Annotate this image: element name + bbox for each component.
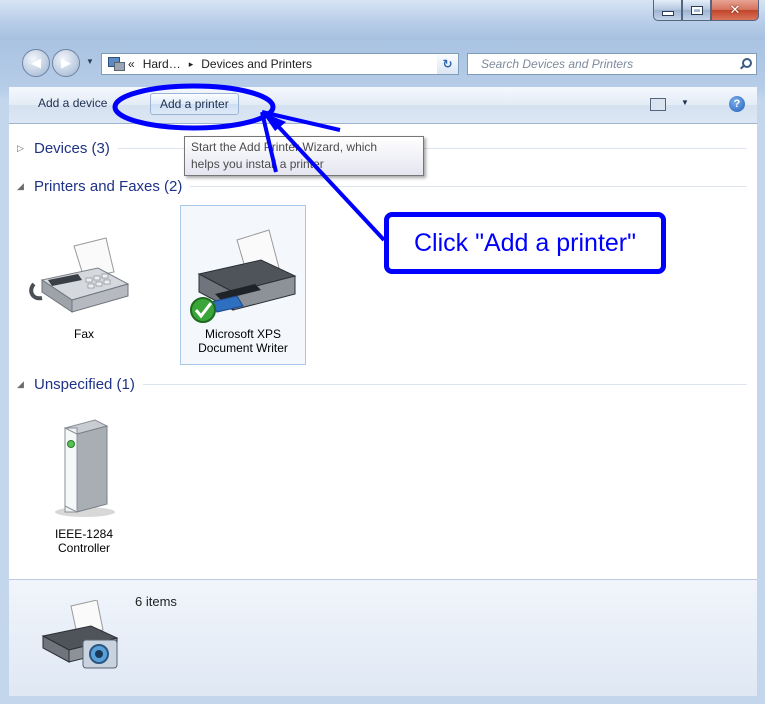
annotation-overlay xyxy=(112,83,386,242)
annotation-callout: Click "Add a printer" xyxy=(384,212,666,274)
highlight-ellipse xyxy=(112,83,276,131)
devices-and-printers-window: ✕ ◀ ▶ ▼ « Hard… ▸ Devices and Printers ▼… xyxy=(0,0,765,704)
annotation-arrow-shaft xyxy=(274,122,386,242)
